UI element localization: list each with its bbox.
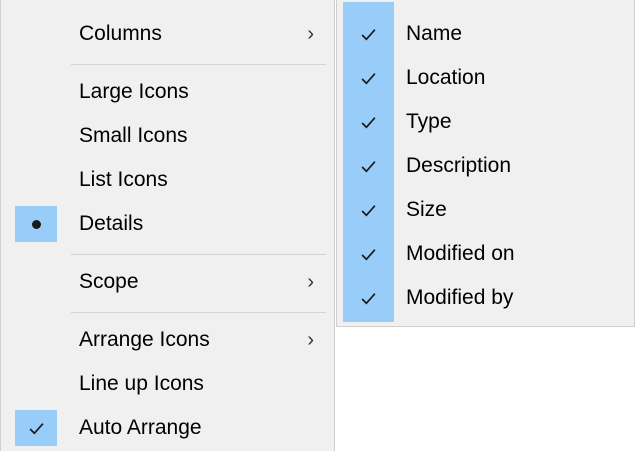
checkmark-icon [361, 160, 376, 173]
menu-item-list-icons-label: List Icons [79, 168, 168, 191]
menu-item-details-label: Details [79, 212, 144, 235]
menu-item-large-icons-label: Large Icons [79, 80, 189, 103]
column-item-label: Description [406, 154, 512, 177]
chevron-right-icon: › [307, 23, 314, 45]
chevron-right-icon: › [307, 329, 314, 351]
menu-item-scope[interactable]: Scope › [1, 262, 334, 302]
column-item-modified-by[interactable]: Modified by [337, 278, 634, 318]
column-item-label: Name [406, 22, 463, 45]
menu-separator [71, 312, 326, 313]
menu-item-small-icons-label: Small Icons [79, 124, 188, 147]
checkmark-icon [361, 116, 376, 129]
column-item-label: Modified on [406, 242, 515, 265]
column-item-label: Type [406, 110, 452, 133]
menu-separator [71, 64, 326, 65]
checkmark-icon [361, 292, 376, 305]
menu-item-line-up-icons-label: Line up Icons [79, 372, 204, 395]
bullet-icon [31, 219, 41, 229]
checkmark-icon [361, 28, 376, 41]
column-item-type[interactable]: Type [337, 102, 634, 142]
menu-item-small-icons[interactable]: Small Icons [1, 116, 334, 156]
selected-indicator [15, 206, 57, 242]
column-item-modified-on[interactable]: Modified on [337, 234, 634, 274]
column-item-location[interactable]: Location [337, 58, 634, 98]
checkmark-icon [361, 248, 376, 261]
column-item-description[interactable]: Description [337, 146, 634, 186]
menu-item-columns[interactable]: Columns › [1, 14, 334, 54]
menu-item-arrange-icons-label: Arrange Icons [79, 328, 210, 351]
menu-item-scope-label: Scope [79, 270, 139, 293]
menu-item-arrange-icons[interactable]: Arrange Icons › [1, 320, 334, 360]
menu-item-large-icons[interactable]: Large Icons [1, 72, 334, 112]
column-item-size[interactable]: Size [337, 190, 634, 230]
checked-indicator [15, 410, 57, 446]
menu-separator [71, 254, 326, 255]
menu-item-auto-arrange-label: Auto Arrange [79, 416, 202, 439]
menu-item-columns-label: Columns [79, 22, 162, 45]
column-item-label: Location [406, 66, 486, 89]
column-item-label: Size [406, 198, 447, 221]
checkmark-icon [29, 422, 44, 435]
checkmark-icon [361, 72, 376, 85]
menu-item-details[interactable]: Details [1, 204, 334, 244]
checkmark-icon [361, 204, 376, 217]
context-menu: Columns › Large Icons Small Icons List I… [0, 0, 335, 451]
column-item-label: Modified by [406, 286, 514, 309]
menu-item-list-icons[interactable]: List Icons [1, 160, 334, 200]
chevron-right-icon: › [307, 271, 314, 293]
columns-submenu: Name Location Type Description Size Modi… [336, 0, 635, 327]
menu-item-line-up-icons[interactable]: Line up Icons [1, 364, 334, 404]
menu-item-auto-arrange[interactable]: Auto Arrange [1, 408, 334, 448]
column-item-name[interactable]: Name [337, 14, 634, 54]
